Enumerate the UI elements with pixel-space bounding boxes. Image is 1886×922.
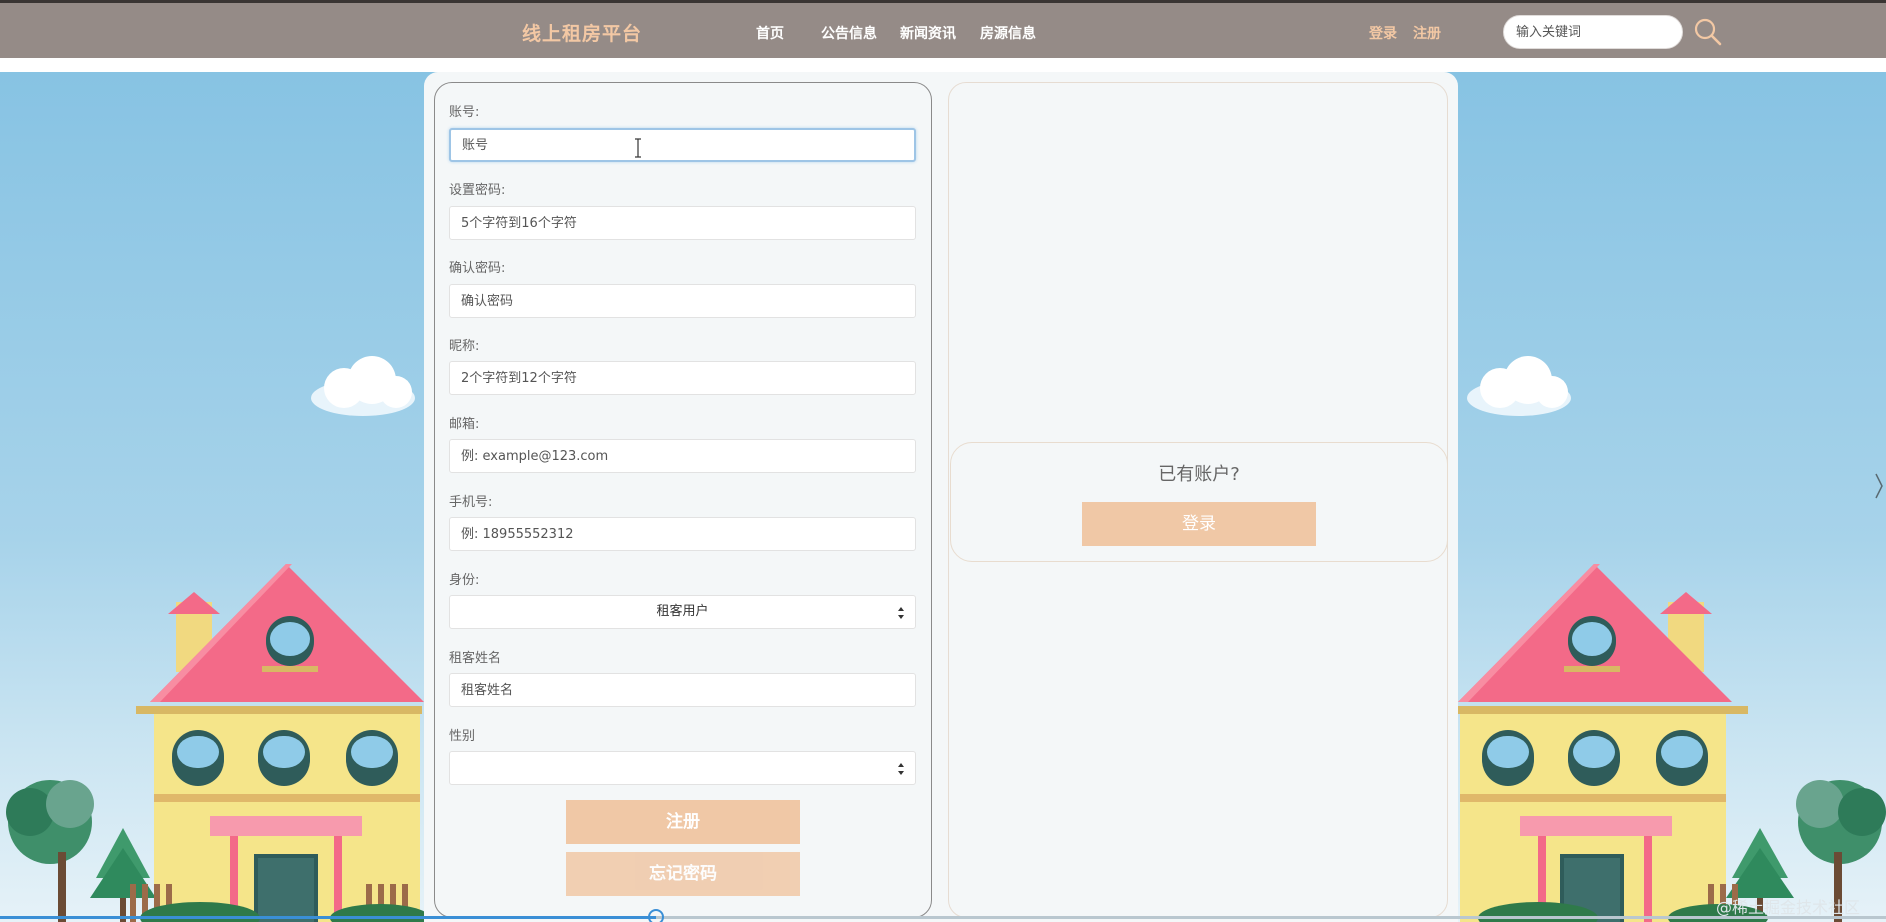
nav-listings[interactable]: 房源信息 xyxy=(980,23,1036,43)
role-label: 身份: xyxy=(449,573,480,588)
search-icon[interactable] xyxy=(1693,17,1723,47)
password-field[interactable] xyxy=(449,206,916,240)
cloud-icon xyxy=(1467,356,1571,416)
role-select-value: 租客用户 xyxy=(656,604,709,619)
watermark-text: @稀土掘金技术社区 xyxy=(1716,898,1861,917)
nav-announcements[interactable]: 公告信息 xyxy=(821,23,877,43)
site-brand[interactable]: 线上租房平台 xyxy=(522,19,642,46)
chevron-right-icon[interactable] xyxy=(1874,472,1884,500)
email-field[interactable] xyxy=(449,439,916,473)
nav-home[interactable]: 首页 xyxy=(756,23,784,43)
video-progress-handle[interactable] xyxy=(648,909,664,922)
phone-label: 手机号: xyxy=(449,495,493,510)
header-spacer xyxy=(0,58,1886,72)
cloud-icon xyxy=(311,356,415,416)
search-input[interactable] xyxy=(1503,15,1683,49)
tenant-name-label: 租客姓名 xyxy=(449,651,502,666)
nav-register-link[interactable]: 注册 xyxy=(1413,23,1441,43)
phone-field[interactable] xyxy=(449,517,916,551)
house-illustration xyxy=(6,564,424,922)
nickname-label: 昵称: xyxy=(449,339,480,354)
gender-select[interactable] xyxy=(449,751,916,785)
forgot-password-button[interactable]: 忘记密码 xyxy=(566,852,800,896)
login-button[interactable]: 登录 xyxy=(1082,502,1316,546)
gender-label: 性别 xyxy=(449,729,476,744)
tenant-name-field[interactable] xyxy=(449,673,916,707)
account-label: 账号: xyxy=(449,105,480,120)
top-navbar: 线上租房平台 首页 公告信息 新闻资讯 房源信息 登录 注册 xyxy=(0,0,1886,58)
text-cursor-icon xyxy=(635,138,641,158)
confirm-password-field[interactable] xyxy=(449,284,916,318)
account-field[interactable] xyxy=(449,128,916,162)
password-label: 设置密码: xyxy=(449,183,506,198)
select-arrows-icon xyxy=(898,607,904,619)
nav-login-link[interactable]: 登录 xyxy=(1369,23,1397,43)
confirm-password-label: 确认密码: xyxy=(449,261,506,276)
select-arrows-icon xyxy=(898,763,904,775)
nickname-field[interactable] xyxy=(449,361,916,395)
nav-news[interactable]: 新闻资讯 xyxy=(900,23,956,43)
email-label: 邮箱: xyxy=(449,417,480,432)
have-account-text: 已有账户? xyxy=(1158,464,1240,485)
register-button[interactable]: 注册 xyxy=(566,800,800,844)
house-illustration xyxy=(1458,564,1886,922)
role-select[interactable]: 租客用户 xyxy=(449,595,916,629)
video-progress-fill xyxy=(0,916,656,919)
